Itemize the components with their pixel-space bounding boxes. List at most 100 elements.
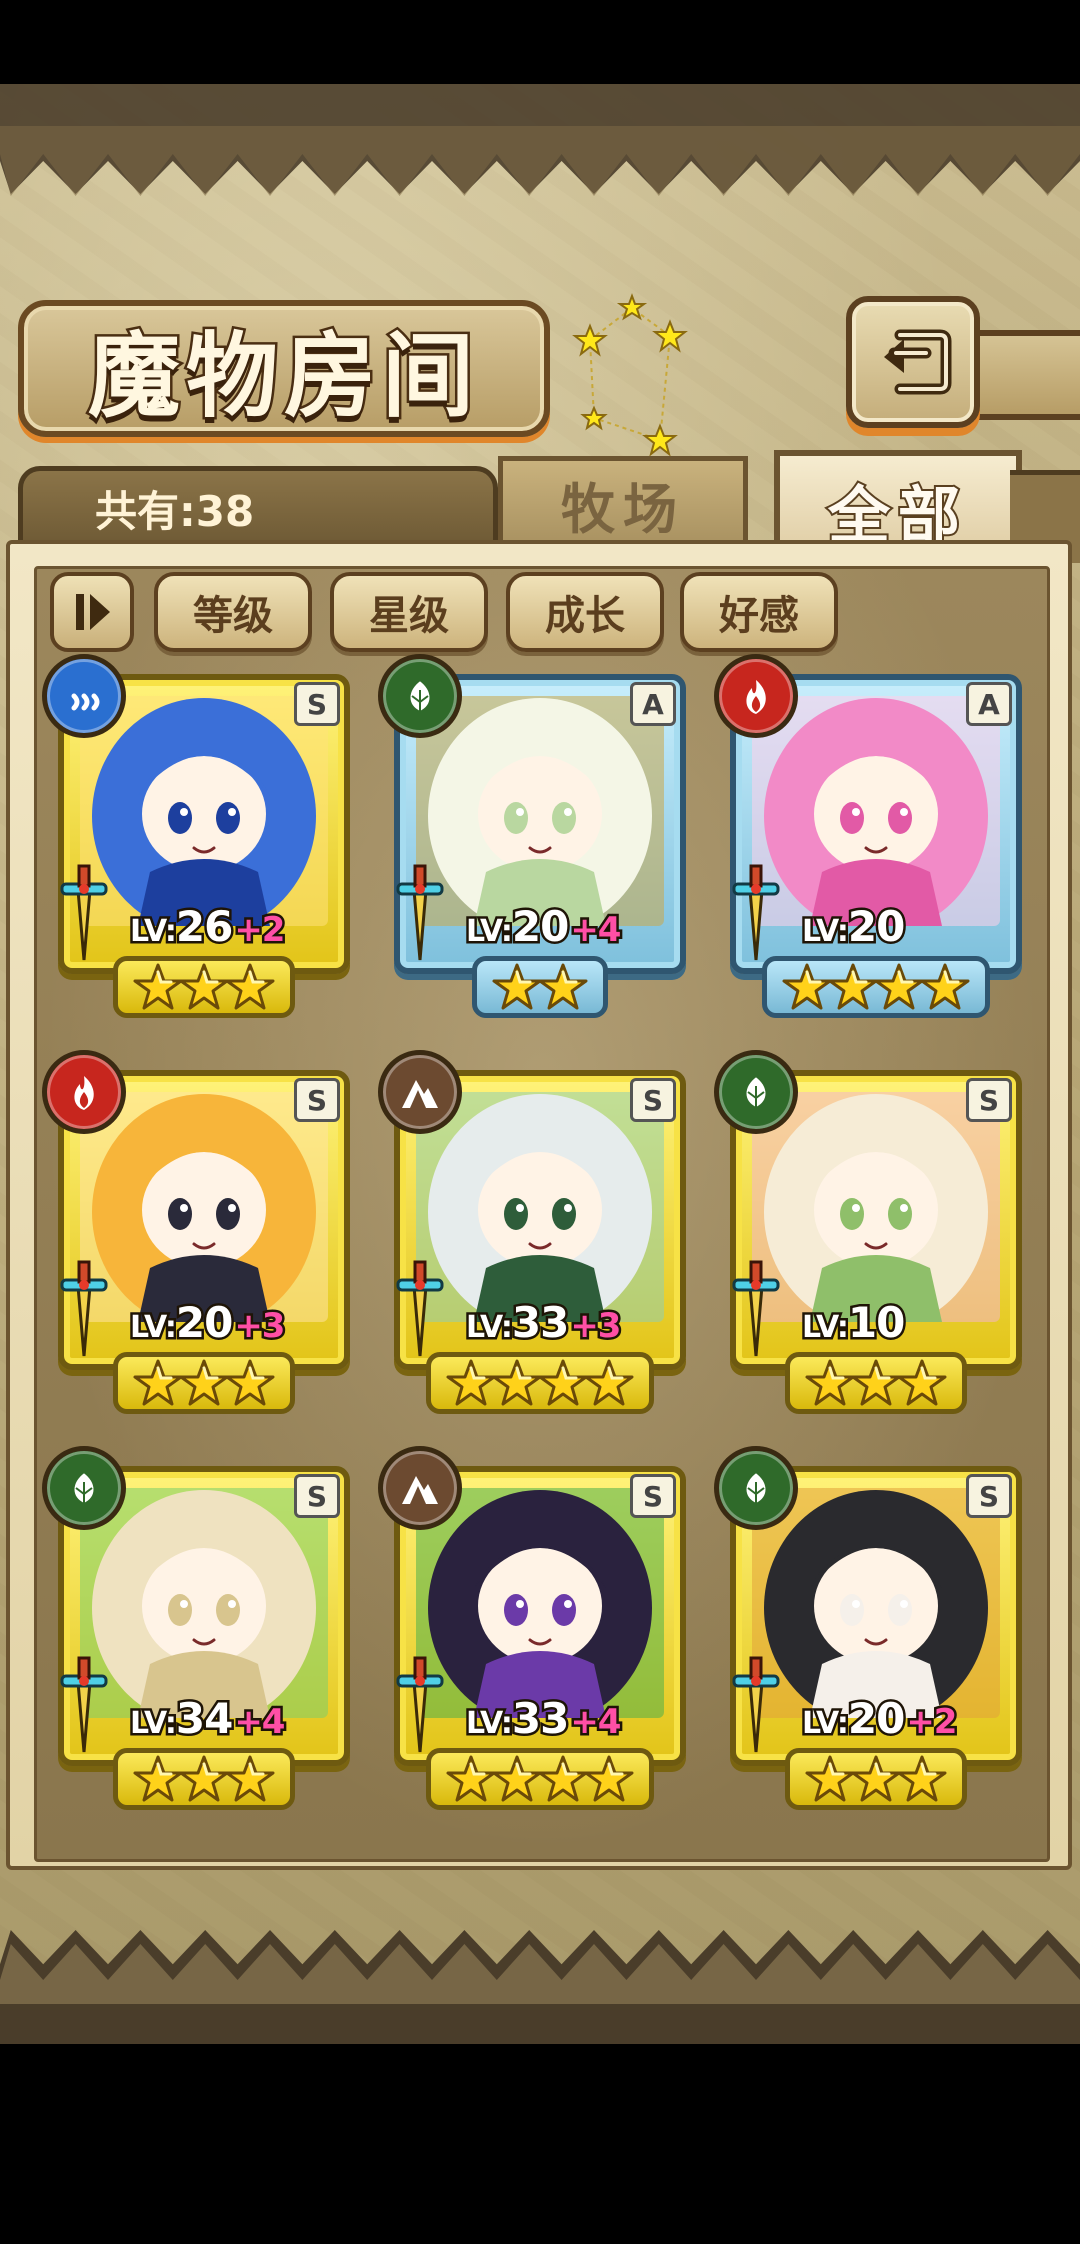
rank-badge: A [966,682,1012,726]
page-title: 魔物房间 [85,320,480,433]
level-label: LV: [464,1704,516,1744]
monster-card[interactable]: S LV:20+3 [42,1050,350,1418]
level-value: 26 [173,900,236,954]
sort-affinity-button[interactable]: 好感 [680,572,838,652]
monster-level: LV:33+4 [464,1692,624,1746]
sword-icon [396,864,444,961]
star-icon [920,963,970,1010]
monster-card[interactable]: A LV:20+4 [378,654,686,1022]
monster-portrait [80,696,328,926]
star-icon [225,1755,275,1802]
star-rating [386,1750,694,1810]
monster-count: 共有:38 [95,487,255,536]
sort-stars-button[interactable]: 星级 [330,572,488,652]
level-label: LV: [464,1308,516,1348]
monster-portrait [416,1092,664,1322]
rank-badge: S [294,1078,340,1122]
star-icon [805,1359,855,1406]
star-icon [133,1359,183,1406]
level-value: 20 [845,900,908,954]
level-value: 20 [509,900,572,954]
monster-level: LV:10 [800,1296,908,1350]
star-rating [50,1354,358,1414]
level-value: 10 [845,1296,908,1350]
level-bonus: +4 [232,1700,288,1745]
element-badge [714,654,798,738]
star-rating [722,1750,1030,1810]
title-banner: 魔物房间 [18,300,550,437]
monster-portrait-art [416,1092,664,1322]
monster-level: LV:34+4 [128,1692,288,1746]
star-icon [179,1359,229,1406]
level-label: LV: [128,912,180,952]
level-value: 33 [509,1296,572,1350]
level-label: LV: [464,912,516,952]
sword-icon [396,1260,444,1357]
monster-card[interactable]: S LV:33+3 [378,1050,686,1418]
star-icon [584,1755,634,1802]
star-icon [446,1359,496,1406]
tab-ranch[interactable]: 牧场 [498,456,748,547]
element-badge [42,1446,126,1530]
rank-badge: S [294,1474,340,1518]
sort-growth-button[interactable]: 成长 [506,572,664,652]
star-rating [386,1354,694,1414]
monster-level: LV:33+3 [464,1296,624,1350]
level-bonus: +3 [232,1304,288,1349]
sort-order-button[interactable] [50,572,134,652]
monster-level: LV:20+3 [128,1296,288,1350]
star-rating [722,958,1030,1018]
star-rating [722,1354,1030,1414]
back-button[interactable] [846,296,980,428]
sword-icon [60,864,108,961]
constellation-decor-icon [572,293,688,457]
rank-badge: S [630,1474,676,1518]
level-bonus: +2 [232,908,288,953]
level-label: LV: [800,912,852,952]
sword-icon [60,1656,108,1753]
monster-portrait-art [416,1488,664,1718]
level-value: 34 [173,1692,236,1746]
star-icon [584,1359,634,1406]
earth-element-icon [402,1080,438,1108]
monster-card[interactable]: S LV:26+2 [42,654,350,1022]
element-badge [42,654,126,738]
monster-portrait [752,1488,1000,1718]
monster-level: LV:20 [800,900,908,954]
rank-badge: S [294,682,340,726]
monster-portrait [752,1092,1000,1322]
star-icon [492,963,542,1010]
star-icon [805,1755,855,1802]
star-icon [225,963,275,1010]
monster-level: LV:20+4 [464,900,624,954]
monster-portrait-art [80,1092,328,1322]
monster-portrait [416,696,664,926]
monster-card[interactable]: S LV:10 [714,1050,1022,1418]
sword-icon [396,1656,444,1753]
monster-portrait-art [416,696,664,926]
sort-level-button[interactable]: 等级 [154,572,312,652]
sort-order-icon [76,594,110,630]
monster-level: LV:26+2 [128,900,288,954]
star-icon [179,963,229,1010]
level-bonus: +2 [904,1700,960,1745]
star-icon [851,1359,901,1406]
monster-card[interactable]: S LV:20+2 [714,1446,1022,1814]
monster-card[interactable]: S LV:34+4 [42,1446,350,1814]
level-bonus: +4 [568,1700,624,1745]
monster-card[interactable]: S LV:33+4 [378,1446,686,1814]
element-badge [378,654,462,738]
star-icon [874,963,924,1010]
sword-icon [732,1260,780,1357]
level-label: LV: [800,1308,852,1348]
monster-card[interactable]: A LV:20 [714,654,1022,1022]
star-rating [50,958,358,1018]
level-value: 33 [509,1692,572,1746]
star-icon [897,1359,947,1406]
back-button-rail [968,330,1080,420]
grass-element-icon [408,678,432,714]
star-rating [386,958,694,1018]
fire-element-icon [74,1076,94,1110]
sword-icon [60,1260,108,1357]
fire-element-icon [746,680,766,714]
